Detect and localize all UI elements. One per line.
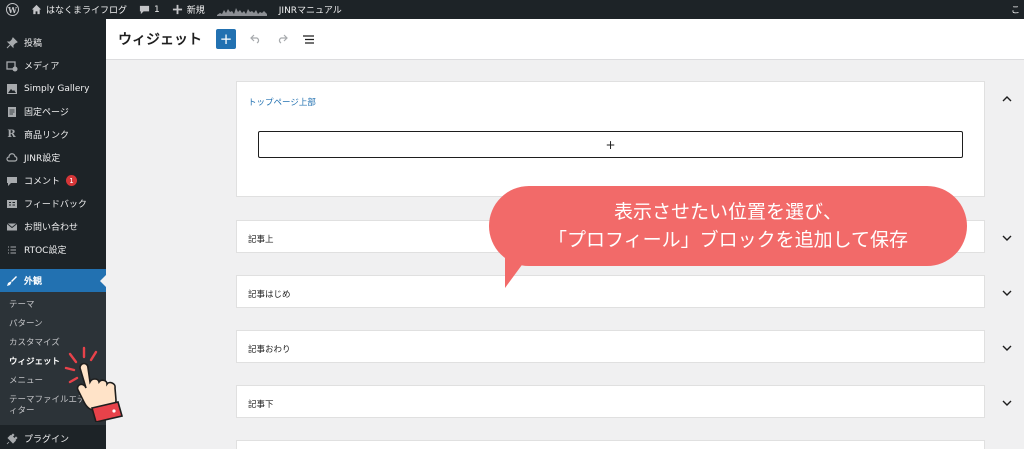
sidebar-item-product-link[interactable]: R 商品リンク xyxy=(0,123,106,146)
sidebar-item-label: 商品リンク xyxy=(24,131,70,141)
comment-bubble-icon xyxy=(139,5,150,15)
widget-area-article-start[interactable]: 記事はじめ xyxy=(236,275,985,308)
stats-sparkline[interactable] xyxy=(211,0,273,19)
sidebar-item-label: 固定ページ xyxy=(24,108,69,118)
feedback-icon xyxy=(5,197,18,210)
plugin-icon xyxy=(5,432,18,445)
pin-icon xyxy=(5,36,18,49)
sidebar-item-label: 投稿 xyxy=(24,39,43,49)
callout-line-1: 表示させたい位置を選び、 xyxy=(613,201,842,223)
plus-icon xyxy=(172,4,182,15)
submenu-item-themes[interactable]: テーマ xyxy=(0,296,106,315)
sidebar-item-contact[interactable]: お問い合わせ xyxy=(0,215,106,238)
list-view-icon xyxy=(302,34,314,44)
sidebar-item-label: JINR設定 xyxy=(24,154,61,164)
comments-link[interactable]: 1 xyxy=(133,0,166,19)
comment-count-badge: 1 xyxy=(66,175,78,186)
new-content-link[interactable]: 新規 xyxy=(166,0,211,19)
wordpress-logo-icon: W xyxy=(6,3,19,16)
sidebar-item-label: Simply Gallery xyxy=(24,83,90,94)
sidebar-item-jinr-settings[interactable]: JINR設定 xyxy=(0,146,106,169)
list-view-button[interactable] xyxy=(298,29,318,49)
redo-button[interactable] xyxy=(272,29,292,49)
plus-icon: + xyxy=(219,30,233,48)
chevron-down-icon xyxy=(1002,290,1012,296)
expand-toggle[interactable] xyxy=(1001,397,1013,409)
chevron-down-icon xyxy=(1002,400,1012,406)
sidebar-item-rtoc-settings[interactable]: RTOC設定 xyxy=(0,238,106,261)
sidebar-item-comments[interactable]: コメント 1 xyxy=(0,169,106,192)
widget-area-title[interactable]: 記事下 xyxy=(248,398,274,410)
list-icon xyxy=(5,243,18,256)
sidebar-item-label: プラグイン xyxy=(24,435,70,445)
sidebar-item-label: コメント xyxy=(24,177,61,187)
gallery-icon xyxy=(5,82,18,95)
instruction-callout: 表示させたい位置を選び、 「プロフィール」ブロックを追加して保存 xyxy=(489,186,967,266)
collapse-toggle[interactable] xyxy=(1001,93,1013,105)
mail-icon xyxy=(5,220,18,233)
sidebar-item-label: お問い合わせ xyxy=(24,223,79,233)
admin-bar: W はなくまライフログ 1 新規 JINRマニュアル こ xyxy=(0,0,1024,19)
chevron-down-icon xyxy=(1002,235,1012,241)
expand-toggle[interactable] xyxy=(1001,287,1013,299)
undo-button[interactable] xyxy=(246,29,266,49)
stats-sparkline-icon xyxy=(216,7,267,16)
manual-label: JINRマニュアル xyxy=(278,6,342,16)
pointing-hand-icon xyxy=(64,346,124,422)
widget-area-title[interactable]: 記事上 xyxy=(248,233,274,245)
sidebar-item-label: RTOC設定 xyxy=(24,246,67,256)
page-icon xyxy=(5,105,18,118)
widget-area-next[interactable] xyxy=(236,440,985,449)
sidebar-item-label: メディア xyxy=(24,62,60,72)
block-appender-button[interactable]: + xyxy=(258,131,963,158)
comment-icon xyxy=(5,174,18,187)
comments-count: 1 xyxy=(154,4,160,15)
widget-area-title[interactable]: 記事おわり xyxy=(248,343,291,355)
sidebar-item-media[interactable]: メディア xyxy=(0,54,106,77)
r-icon: R xyxy=(7,129,16,140)
account-link[interactable]: こ xyxy=(1011,0,1020,19)
undo-icon xyxy=(250,34,260,44)
sidebar-item-label: 外観 xyxy=(24,277,43,287)
widget-area-title[interactable]: トップページ上部 xyxy=(248,96,316,108)
widget-area-article-end[interactable]: 記事おわり xyxy=(236,330,985,363)
new-label: 新規 xyxy=(186,6,205,16)
account-text: こ xyxy=(1010,6,1020,16)
wordpress-menu[interactable]: W xyxy=(0,0,25,19)
home-icon xyxy=(31,4,42,15)
brush-icon xyxy=(5,274,18,287)
sidebar-item-posts[interactable]: 投稿 xyxy=(0,31,106,54)
redo-icon xyxy=(278,34,288,44)
manual-link[interactable]: JINRマニュアル xyxy=(273,0,348,19)
callout-line-2: 「プロフィール」ブロックを追加して保存 xyxy=(547,229,909,251)
sidebar-item-simply-gallery[interactable]: Simply Gallery xyxy=(0,77,106,100)
sidebar-item-feedback[interactable]: フィードバック xyxy=(0,192,106,215)
site-name: はなくまライフログ xyxy=(46,6,128,16)
site-name-link[interactable]: はなくまライフログ xyxy=(25,0,133,19)
chevron-up-icon xyxy=(1002,96,1012,102)
add-block-button[interactable]: + xyxy=(216,29,236,49)
editor-header: ウィジェット + xyxy=(106,19,1024,60)
expand-toggle[interactable] xyxy=(1001,342,1013,354)
sidebar-item-pages[interactable]: 固定ページ xyxy=(0,100,106,123)
widget-area-title[interactable]: 記事はじめ xyxy=(248,288,291,300)
page-title: ウィジェット xyxy=(118,32,202,48)
sidebar-item-label: フィードバック xyxy=(24,200,87,210)
expand-toggle[interactable] xyxy=(1001,232,1013,244)
submenu-item-patterns[interactable]: パターン xyxy=(0,315,106,334)
sidebar-item-plugins[interactable]: プラグイン xyxy=(0,427,106,449)
media-icon xyxy=(5,59,18,72)
chevron-down-icon xyxy=(1002,345,1012,351)
plus-icon: + xyxy=(605,137,616,152)
widget-area-after-article[interactable]: 記事下 xyxy=(236,385,985,418)
sidebar-item-appearance[interactable]: 外観 xyxy=(0,269,106,292)
cloud-icon xyxy=(5,151,18,164)
